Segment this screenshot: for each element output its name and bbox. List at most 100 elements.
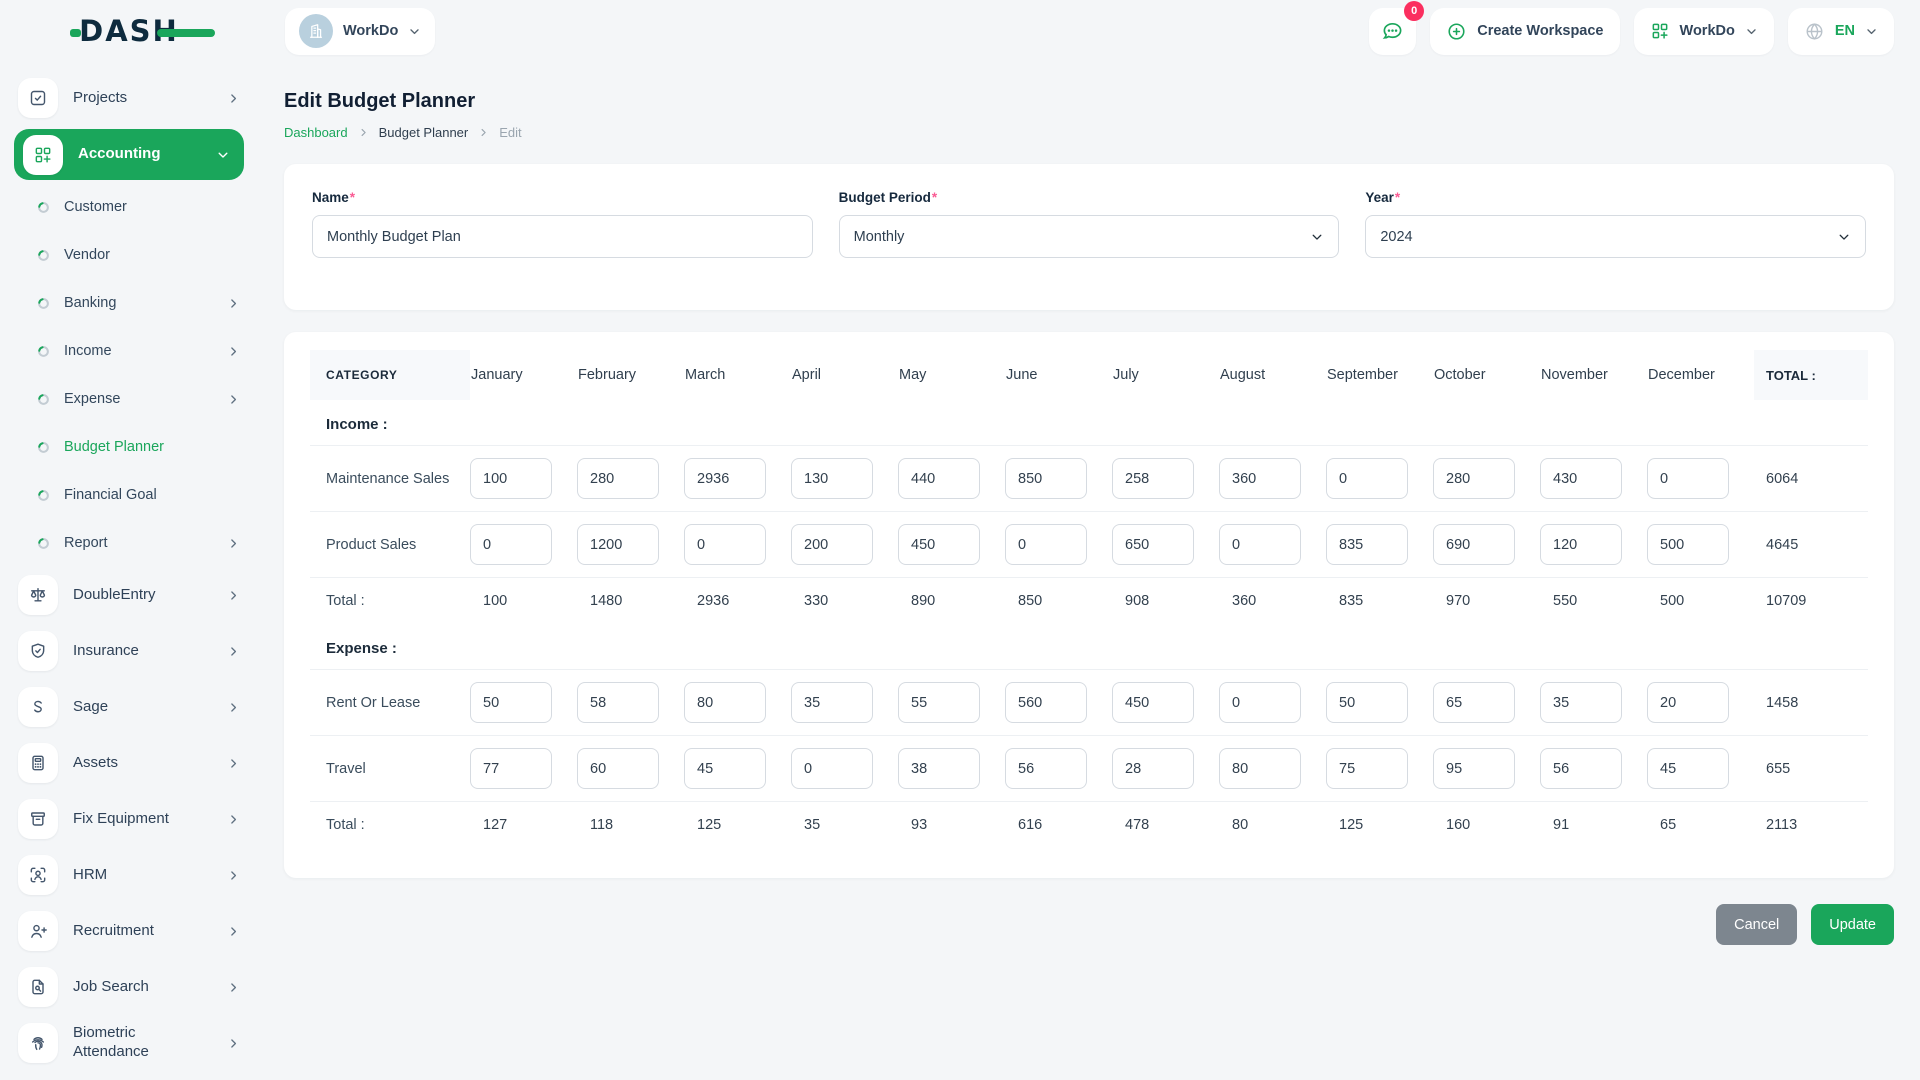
budget-value-input[interactable]	[1219, 748, 1301, 789]
sidebar-item-financial-goal[interactable]: Financial Goal	[0, 471, 258, 519]
budget-value-input[interactable]	[791, 682, 873, 723]
budget-value-input[interactable]	[898, 748, 980, 789]
column-header-month: March	[685, 367, 726, 383]
sidebar-item-double-entry[interactable]: DoubleEntry	[0, 567, 258, 623]
update-button[interactable]: Update	[1811, 904, 1894, 945]
total-value: 908	[1125, 593, 1150, 609]
breadcrumb-budget-planner[interactable]: Budget Planner	[379, 125, 469, 140]
budget-value-input[interactable]	[898, 458, 980, 499]
budget-value-input[interactable]	[1112, 682, 1194, 723]
sidebar-item-budget-planner[interactable]: Budget Planner	[0, 423, 258, 471]
cancel-button[interactable]: Cancel	[1716, 904, 1798, 945]
bullet-icon	[37, 441, 50, 454]
budget-value-input[interactable]	[1647, 524, 1729, 565]
language-selector[interactable]: EN	[1787, 7, 1894, 55]
budget-value-input[interactable]	[470, 524, 552, 565]
budget-cell	[1326, 682, 1433, 723]
sidebar-item-job-search[interactable]: Job Search	[0, 959, 258, 1015]
budget-value-input[interactable]	[1326, 458, 1408, 499]
budget-value-input[interactable]	[684, 458, 766, 499]
budget-value-input[interactable]	[470, 748, 552, 789]
budget-value-input[interactable]	[898, 524, 980, 565]
sidebar-item-customer[interactable]: Customer	[0, 183, 258, 231]
budget-value-input[interactable]	[1219, 458, 1301, 499]
chevron-right-icon	[227, 701, 240, 714]
budget-value-input[interactable]	[898, 682, 980, 723]
budget-value-input[interactable]	[684, 682, 766, 723]
breadcrumb-edit: Edit	[499, 125, 522, 140]
sidebar-item-insurance[interactable]: Insurance	[0, 623, 258, 679]
budget-value-input[interactable]	[1326, 682, 1408, 723]
sidebar-item-accounting[interactable]: Accounting	[14, 129, 244, 180]
budget-value-input[interactable]	[684, 524, 766, 565]
budget-cell	[791, 748, 898, 789]
sidebar-item-hrm[interactable]: HRM	[0, 847, 258, 903]
budget-value-input[interactable]	[791, 524, 873, 565]
sidebar-item-projects[interactable]: Projects	[0, 70, 258, 126]
budget-value-input[interactable]	[1005, 458, 1087, 499]
total-value: 1480	[590, 593, 623, 609]
scale-icon	[18, 575, 58, 615]
budget-value-input[interactable]	[1326, 524, 1408, 565]
sidebar-item-report[interactable]: Report	[0, 519, 258, 567]
budget-value-input[interactable]	[1540, 748, 1622, 789]
budget-value-input[interactable]	[1647, 748, 1729, 789]
sidebar-item-sage[interactable]: Sage	[0, 679, 258, 735]
budget-value-input[interactable]	[684, 748, 766, 789]
budget-value-input[interactable]	[791, 458, 873, 499]
budget-value-input[interactable]	[1326, 748, 1408, 789]
sidebar-item-income[interactable]: Income	[0, 327, 258, 375]
workspace-pill[interactable]: WorkDo	[285, 7, 436, 55]
budget-value-input[interactable]	[791, 748, 873, 789]
sidebar-item-biometric-attendance[interactable]: Biometric Attendance	[0, 1015, 258, 1071]
total-value: 91	[1553, 817, 1570, 833]
messages-count-badge: 0	[1404, 0, 1425, 21]
messages-button[interactable]: 0	[1369, 0, 1425, 55]
budget-value-input[interactable]	[1540, 682, 1622, 723]
sidebar-item-fix-equipment[interactable]: Fix Equipment	[0, 791, 258, 847]
budget-value-input[interactable]	[577, 524, 659, 565]
budget-value-input[interactable]	[1433, 458, 1515, 499]
year-select[interactable]: 2024	[1365, 215, 1866, 258]
budget-value-input[interactable]	[577, 682, 659, 723]
budget-value-input[interactable]	[1005, 524, 1087, 565]
sidebar-item-label: Recruitment	[73, 921, 154, 939]
budget-value-input[interactable]	[577, 748, 659, 789]
workspace-switcher[interactable]: WorkDo	[1633, 7, 1774, 55]
budget-period-select[interactable]: Monthly	[838, 215, 1340, 258]
budget-value-input[interactable]	[1005, 748, 1087, 789]
sidebar-item-assets[interactable]: Assets	[0, 735, 258, 791]
budget-value-input[interactable]	[1647, 458, 1729, 499]
budget-value-input[interactable]	[1540, 524, 1622, 565]
budget-cell	[1112, 682, 1219, 723]
budget-value-input[interactable]	[1647, 682, 1729, 723]
budget-value-input[interactable]	[1219, 524, 1301, 565]
budget-value-input[interactable]	[1112, 748, 1194, 789]
budget-value-input[interactable]	[1433, 748, 1515, 789]
brand-logo[interactable]: DASH	[0, 16, 258, 46]
sidebar-item-expense[interactable]: Expense	[0, 375, 258, 423]
shield-icon	[18, 631, 58, 671]
plus-circle-icon	[1448, 22, 1465, 40]
budget-cell	[898, 748, 1005, 789]
budget-value-input[interactable]	[1540, 458, 1622, 499]
budget-value-input[interactable]	[1433, 682, 1515, 723]
chat-icon	[1382, 22, 1402, 39]
budget-value-input[interactable]	[1219, 682, 1301, 723]
name-input[interactable]	[312, 215, 813, 258]
chevron-right-icon	[227, 757, 240, 770]
budget-value-input[interactable]	[1433, 524, 1515, 565]
sidebar-item-banking[interactable]: Banking	[0, 279, 258, 327]
budget-cell	[1433, 524, 1540, 565]
sidebar-item-vendor[interactable]: Vendor	[0, 231, 258, 279]
budget-value-input[interactable]	[1112, 458, 1194, 499]
breadcrumb-dashboard[interactable]: Dashboard	[284, 125, 348, 140]
budget-value-input[interactable]	[470, 682, 552, 723]
create-workspace-button[interactable]: Create Workspace	[1430, 7, 1620, 55]
sidebar-item-recruitment[interactable]: Recruitment	[0, 903, 258, 959]
budget-value-input[interactable]	[1112, 524, 1194, 565]
budget-value-input[interactable]	[577, 458, 659, 499]
budget-value-input[interactable]	[1005, 682, 1087, 723]
chevron-right-icon	[478, 127, 489, 138]
budget-value-input[interactable]	[470, 458, 552, 499]
